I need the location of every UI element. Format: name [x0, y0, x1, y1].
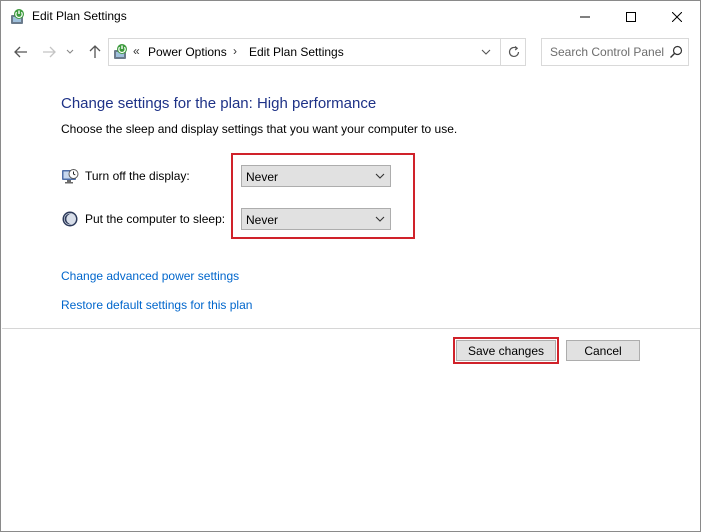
footer-divider [2, 328, 700, 329]
sleep-setting-label: Put the computer to sleep: [85, 212, 226, 226]
monitor-clock-icon [61, 167, 79, 185]
display-timeout-value: Never [246, 170, 279, 184]
address-dropdown-button[interactable] [475, 39, 497, 65]
title-bar: Edit Plan Settings [1, 1, 700, 32]
restore-defaults-link[interactable]: Restore default settings for this plan [61, 298, 252, 312]
search-placeholder[interactable]: Search Control Panel [550, 45, 664, 59]
forward-button[interactable] [39, 42, 59, 62]
search-icon[interactable] [668, 44, 684, 60]
back-button[interactable] [11, 42, 31, 62]
maximize-button[interactable] [608, 1, 654, 32]
display-timeout-select[interactable]: Never [241, 165, 391, 187]
edit-plan-settings-window: Edit Plan Settings « Power Options › Edi… [0, 0, 701, 532]
navigation-bar: « Power Options › Edit Plan Settings Sea… [1, 32, 700, 72]
minimize-button[interactable] [562, 1, 608, 32]
breadcrumb-power-options[interactable]: Power Options [148, 45, 227, 59]
address-overflow-chevron[interactable]: « [133, 44, 140, 58]
breadcrumb-separator[interactable]: › [233, 44, 237, 58]
window-title: Edit Plan Settings [32, 9, 127, 23]
power-options-icon [112, 43, 130, 61]
breadcrumb-edit-plan-settings[interactable]: Edit Plan Settings [249, 45, 344, 59]
sleep-timeout-value: Never [246, 213, 279, 227]
display-setting-label: Turn off the display: [85, 169, 190, 183]
close-button[interactable] [654, 1, 700, 32]
recent-locations-button[interactable] [63, 42, 77, 62]
power-options-icon [9, 8, 27, 26]
up-button[interactable] [85, 42, 105, 62]
moon-icon [61, 210, 79, 228]
save-changes-button[interactable]: Save changes [456, 340, 556, 361]
sleep-timeout-select[interactable]: Never [241, 208, 391, 230]
chevron-down-icon [374, 213, 386, 225]
cancel-button[interactable]: Cancel [566, 340, 640, 361]
search-box[interactable]: Search Control Panel [541, 38, 689, 66]
address-bar[interactable]: « Power Options › Edit Plan Settings [108, 38, 526, 66]
page-heading: Change settings for the plan: High perfo… [61, 95, 377, 112]
advanced-power-settings-link[interactable]: Change advanced power settings [61, 269, 239, 283]
refresh-icon [508, 46, 519, 58]
refresh-button[interactable] [500, 39, 526, 65]
page-subtitle: Choose the sleep and display settings th… [61, 122, 458, 136]
chevron-down-icon [374, 170, 386, 182]
